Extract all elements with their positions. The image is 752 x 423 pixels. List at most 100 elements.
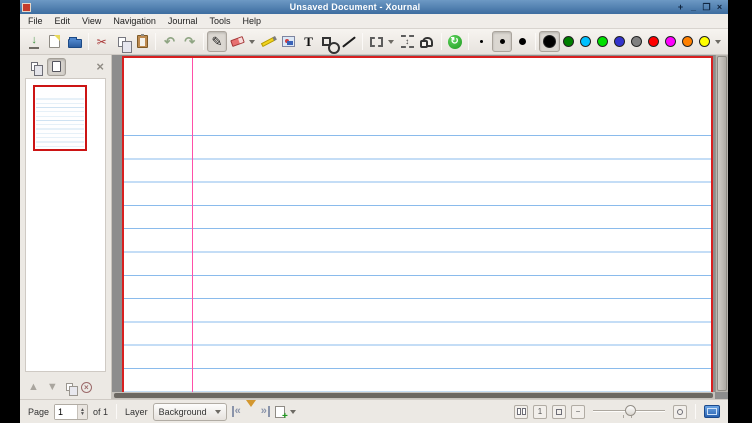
magenta-color-icon [665, 36, 676, 47]
more-colors-dropdown[interactable] [713, 31, 724, 52]
zoom-normal-button[interactable] [673, 405, 687, 419]
delete-page-button[interactable]: × [81, 382, 92, 393]
hand-tool-button[interactable] [417, 31, 437, 52]
move-page-up-button[interactable]: ▲ [28, 382, 39, 393]
selection-options-dropdown[interactable] [386, 31, 397, 52]
new-document-button[interactable] [44, 31, 64, 52]
statusbar-separator [116, 404, 117, 419]
blue-color-icon [614, 36, 625, 47]
vertical-scrollbar-thumb[interactable] [717, 56, 727, 391]
ruled-page[interactable] [122, 56, 713, 399]
color-light-blue-button[interactable] [577, 31, 594, 52]
zoom-fit-button[interactable] [552, 405, 566, 419]
menu-help[interactable]: Help [236, 15, 267, 27]
open-button[interactable] [64, 31, 84, 52]
menu-journal[interactable]: Journal [162, 15, 204, 27]
light-green-color-icon [597, 36, 608, 47]
color-yellow-button[interactable] [696, 31, 713, 52]
first-page-button[interactable]: « [232, 406, 241, 417]
pen-size-medium-button[interactable] [492, 31, 512, 52]
pen-size-thick-button[interactable] [512, 31, 532, 52]
color-black-button[interactable] [539, 31, 560, 52]
zoom-out-button[interactable]: − [571, 405, 585, 419]
minimize-button[interactable]: _ [689, 3, 698, 12]
menu-file[interactable]: File [22, 15, 49, 27]
horizontal-scrollbar[interactable] [112, 392, 715, 399]
color-orange-button[interactable] [679, 31, 696, 52]
zoom-slider-handle[interactable] [625, 405, 636, 416]
horizontal-scrollbar-thumb[interactable] [114, 393, 713, 398]
page-view-toggle-button[interactable] [47, 58, 66, 76]
default-pen-button[interactable]: ↻ [445, 31, 465, 52]
copy-button[interactable] [112, 31, 132, 52]
highlighter-tool-button[interactable] [258, 31, 278, 52]
toolbar-separator [441, 33, 442, 50]
spin-down-icon[interactable]: ▼ [80, 412, 85, 416]
single-page-view-button[interactable]: 1 [533, 405, 547, 419]
page-1-thumbnail[interactable] [33, 85, 87, 151]
pen-tool-button[interactable]: ✎ [207, 31, 227, 52]
page-icon [52, 61, 61, 72]
document-canvas[interactable] [112, 55, 728, 399]
hand-icon [422, 37, 433, 47]
fit-page-icon [556, 409, 562, 415]
shade-button[interactable]: + [676, 3, 685, 12]
color-red-button[interactable] [645, 31, 662, 52]
menu-navigation[interactable]: Navigation [107, 15, 162, 27]
duplicate-page-button[interactable] [66, 383, 73, 391]
fullscreen-button[interactable] [704, 405, 720, 418]
eraser-tool-button[interactable] [227, 31, 247, 52]
paste-button[interactable] [132, 31, 152, 52]
shape-recognizer-button[interactable] [319, 31, 339, 52]
eraser-options-dropdown[interactable] [247, 31, 258, 52]
eraser-icon [230, 36, 245, 47]
save-button[interactable]: ↓ [24, 31, 44, 52]
color-light-green-button[interactable] [594, 31, 611, 52]
menu-edit[interactable]: Edit [49, 15, 77, 27]
spinner-arrows[interactable]: ▲ ▼ [77, 405, 87, 419]
add-page-button[interactable] [275, 406, 285, 418]
color-blue-button[interactable] [611, 31, 628, 52]
text-tool-button[interactable]: T [298, 31, 318, 52]
ruler-tool-button[interactable] [339, 31, 359, 52]
pen-size-fine-button[interactable] [472, 31, 492, 52]
sidebar-close-button[interactable]: × [96, 60, 106, 73]
menu-tools[interactable]: Tools [203, 15, 236, 27]
toolbar-separator [155, 33, 156, 50]
zoom-slider[interactable] [593, 404, 665, 420]
continuous-view-button[interactable] [514, 405, 528, 419]
color-green-button[interactable] [560, 31, 577, 52]
layer-select[interactable]: Background [153, 403, 227, 421]
thumbnail-rules [36, 95, 84, 148]
image-tool-button[interactable] [278, 31, 298, 52]
zoom-100-icon [677, 409, 683, 415]
redo-button[interactable]: ↷ [180, 31, 200, 52]
color-palette [539, 31, 713, 52]
last-page-button[interactable]: » [261, 406, 270, 417]
select-rectangle-icon [370, 37, 383, 47]
vertical-scrollbar[interactable] [715, 55, 728, 392]
xournal-window: Unsaved Document - Xournal + _ ❐ × File … [20, 0, 728, 423]
menu-view[interactable]: View [76, 15, 107, 27]
medium-dot-icon [500, 39, 505, 44]
ruler-line-icon [342, 36, 356, 47]
layer-view-toggle-button[interactable] [25, 58, 44, 76]
rule-lines [124, 135, 711, 399]
select-rectangle-button[interactable] [366, 31, 386, 52]
maximize-button[interactable]: ❐ [702, 3, 711, 12]
down-arrow-icon [246, 400, 256, 422]
title-bar[interactable]: Unsaved Document - Xournal + _ ❐ × [20, 0, 728, 14]
page-number-input[interactable] [55, 405, 77, 419]
close-button[interactable]: × [715, 3, 724, 12]
undo-button[interactable]: ↶ [159, 31, 179, 52]
vertical-space-button[interactable]: ↕ [397, 31, 417, 52]
cut-button[interactable]: ✂ [92, 31, 112, 52]
page-count-label: of 1 [93, 407, 108, 417]
next-page-button[interactable] [246, 407, 256, 417]
color-gray-button[interactable] [628, 31, 645, 52]
color-magenta-button[interactable] [662, 31, 679, 52]
move-page-down-button[interactable]: ▼ [47, 382, 58, 393]
page-number-spinbox[interactable]: ▲ ▼ [54, 404, 88, 420]
cut-scissors-icon: ✂ [97, 35, 107, 49]
add-page-options-chevron-icon[interactable] [290, 410, 296, 417]
